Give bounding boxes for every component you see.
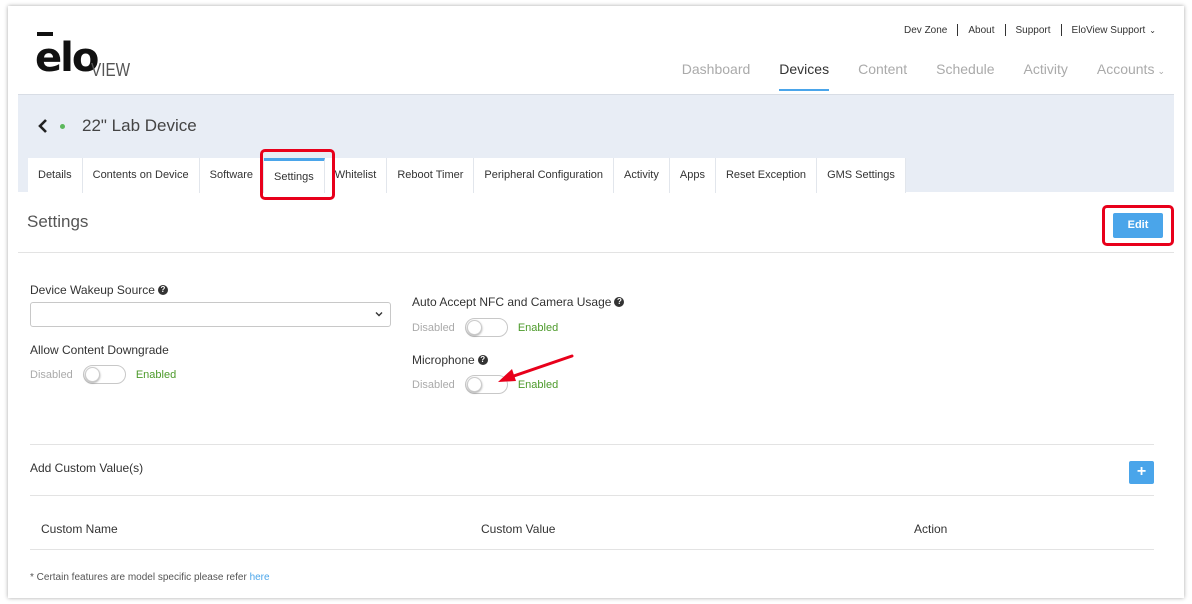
table-header-divider [30,549,1154,550]
nav-devices[interactable]: Devices [779,61,829,91]
custom-header-divider [30,495,1154,496]
column-header-custom-name: Custom Name [41,522,118,536]
device-status-dot [60,124,65,129]
tab-reboot-timer[interactable]: Reboot Timer [387,158,475,193]
column-header-custom-value: Custom Value [481,522,556,536]
auto-accept-toggle-row: Disabled Enabled [412,318,558,337]
toggle-knob [84,367,100,382]
footnote-text: * Certain features are model specific pl… [30,572,250,583]
enabled-label: Enabled [517,321,559,334]
device-tabs: Details Contents on Device Software Sett… [28,158,906,193]
chevron-down-icon [375,312,383,317]
main-nav: Dashboard Devices Content Schedule Activ… [653,61,1165,91]
microphone-label-text: Microphone [412,353,475,367]
chevron-down-icon: ⌄ [1149,25,1156,35]
nav-content[interactable]: Content [858,61,907,91]
toggle-knob [466,320,482,335]
tab-activity[interactable]: Activity [614,158,670,193]
back-arrow-icon[interactable] [36,119,50,133]
allow-downgrade-toggle-row: Disabled Enabled [30,365,176,384]
user-menu-label: EloView Support [1071,24,1146,36]
tab-gms-settings[interactable]: GMS Settings [817,158,906,193]
app-window: elo VIEW Dev Zone About Support EloView … [8,6,1184,598]
tab-reset-exception[interactable]: Reset Exception [715,158,818,193]
user-menu[interactable]: EloView Support ⌄ [1062,25,1156,36]
help-icon[interactable]: ? [614,297,625,307]
tab-apps[interactable]: Apps [669,158,716,193]
dev-zone-link[interactable]: Dev Zone [894,25,957,36]
annotation-arrow-icon [498,354,574,382]
disabled-label: Disabled [412,378,455,391]
disabled-label: Disabled [412,321,455,334]
auto-accept-label-text: Auto Accept NFC and Camera Usage [412,295,612,309]
column-header-action: Action [914,522,948,536]
utility-nav: Dev Zone About Support EloView Support ⌄ [894,24,1156,36]
nav-activity[interactable]: Activity [1024,61,1068,91]
support-link[interactable]: Support [1006,25,1061,36]
add-custom-value-button[interactable]: + [1129,461,1154,484]
nav-schedule[interactable]: Schedule [936,61,994,91]
custom-values-title: Add Custom Value(s) [30,461,144,475]
enabled-label: Enabled [135,368,177,381]
device-title: 22" Lab Device [82,116,197,135]
panel-divider [18,252,1174,253]
help-icon[interactable]: ? [477,355,488,365]
footnote: * Certain features are model specific pl… [30,572,270,583]
allow-downgrade-label-text: Allow Content Downgrade [30,343,169,357]
logo-main-text: elo [35,35,99,81]
tab-details[interactable]: Details [28,158,83,193]
disabled-label: Disabled [30,368,73,381]
help-icon[interactable]: ? [157,285,168,295]
allow-downgrade-label: Allow Content Downgrade [30,343,169,357]
microphone-label: Microphone ? [412,353,488,367]
wakeup-source-label-text: Device Wakeup Source [30,283,155,297]
highlight-settings-tab [260,149,335,200]
highlight-edit-button [1102,205,1174,246]
tab-software[interactable]: Software [199,158,265,193]
allow-downgrade-toggle[interactable] [82,365,126,384]
nav-accounts[interactable]: Accounts ⌄ [1097,61,1165,91]
eloview-logo[interactable]: elo VIEW [35,32,145,84]
tab-contents-on-device[interactable]: Contents on Device [82,158,200,193]
nav-accounts-label: Accounts [1096,61,1155,77]
wakeup-source-select[interactable] [30,302,391,327]
wakeup-source-label: Device Wakeup Source ? [30,283,168,297]
toggle-knob [466,377,482,392]
custom-section-divider [30,444,1154,445]
panel-title: Settings [27,212,89,231]
auto-accept-toggle[interactable] [464,318,508,337]
chevron-down-icon: ⌄ [1157,66,1165,76]
device-header: 22" Lab Device Details Contents on Devic… [18,94,1174,193]
footnote-here-link[interactable]: here [250,572,270,583]
about-link[interactable]: About [958,25,1004,36]
nav-dashboard[interactable]: Dashboard [682,61,751,91]
tab-peripheral-configuration[interactable]: Peripheral Configuration [474,158,615,193]
logo-sub-text: VIEW [91,60,131,80]
auto-accept-label: Auto Accept NFC and Camera Usage ? [412,295,625,309]
